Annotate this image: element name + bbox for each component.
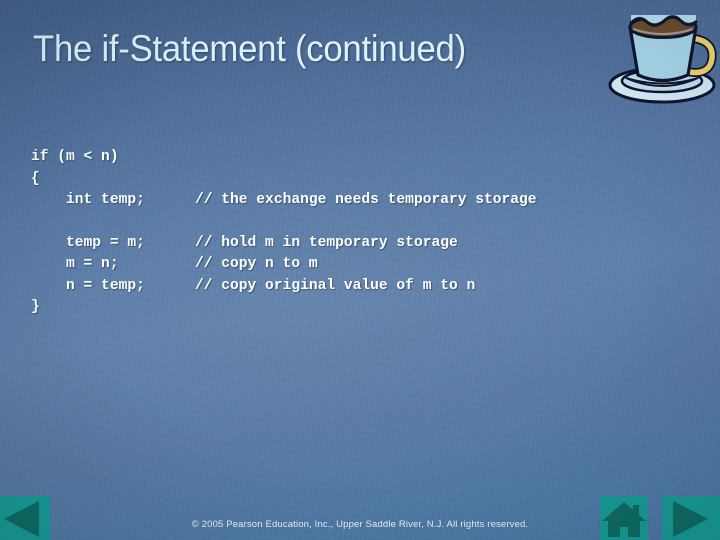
code-line: int temp; // the exchange needs temporary… bbox=[31, 190, 537, 212]
next-slide-button[interactable] bbox=[662, 496, 720, 540]
code-statement: } bbox=[31, 299, 40, 315]
slide: The if-Statement (continued) if (m < n) {… bbox=[0, 0, 720, 540]
code-line: m = n; // copy n to m bbox=[31, 254, 537, 276]
coffee-cup-icon bbox=[604, 0, 720, 108]
triangle-right-icon bbox=[673, 501, 708, 537]
code-statement: int temp; bbox=[31, 192, 145, 208]
code-line: if (m < n) bbox=[31, 147, 537, 169]
previous-slide-button[interactable] bbox=[0, 496, 50, 540]
code-block: if (m < n) { int temp; // the exchange nee… bbox=[31, 147, 537, 319]
code-statement: m = n; bbox=[31, 256, 119, 272]
code-line: temp = m; // hold m in temporary storage bbox=[31, 233, 537, 255]
code-statement: if (m < n) bbox=[31, 149, 119, 165]
code-comment: // copy n to m bbox=[195, 256, 318, 272]
code-comment: // the exchange needs temporary storage bbox=[195, 192, 537, 208]
code-comment: // copy original value of m to n bbox=[195, 277, 476, 294]
code-line: n = temp; // copy original value of m to … bbox=[31, 276, 537, 298]
code-comment: // hold m in temporary storage bbox=[195, 234, 458, 251]
triangle-left-icon bbox=[4, 501, 39, 537]
code-statement: { bbox=[31, 170, 40, 187]
code-statement: n = temp; bbox=[31, 277, 145, 294]
code-statement: temp = m; bbox=[31, 234, 145, 251]
code-line: { bbox=[31, 169, 537, 191]
home-icon bbox=[602, 502, 646, 537]
home-button[interactable] bbox=[600, 496, 648, 540]
code-line: } bbox=[31, 297, 537, 319]
page-title: The if-Statement (continued) bbox=[33, 28, 466, 69]
